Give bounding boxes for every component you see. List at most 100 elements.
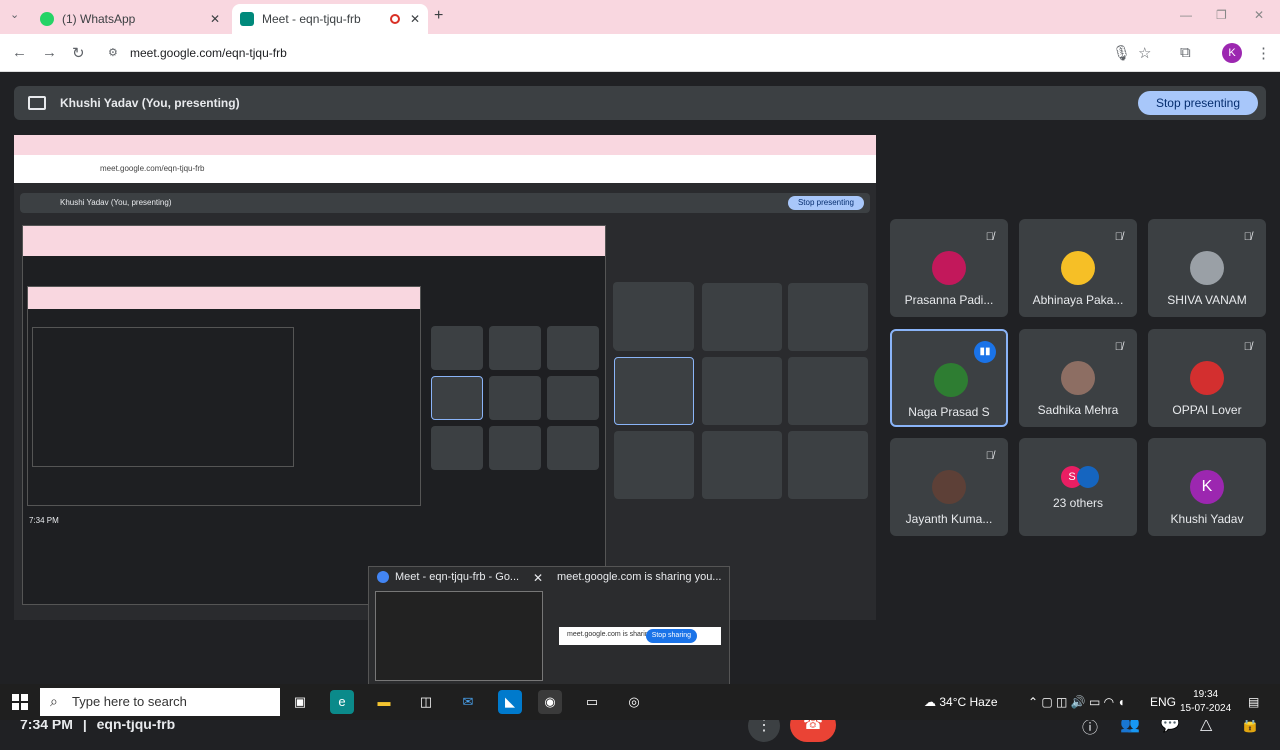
- avatar: [932, 470, 966, 504]
- avatar: [934, 363, 968, 397]
- muted-mic-icon: 🎙̸: [1243, 341, 1252, 353]
- url-text: meet.google.com/eqn-tjqu-frb: [130, 46, 287, 60]
- close-window-icon[interactable]: ✕: [1254, 8, 1264, 22]
- mail-icon[interactable]: ✉: [456, 690, 480, 714]
- mirror-chrome: [23, 226, 605, 256]
- mirror-tile: [788, 431, 868, 499]
- taskbar-clock[interactable]: 19:34 15-07-2024: [1180, 688, 1231, 716]
- edge-icon[interactable]: e: [330, 690, 354, 714]
- notification-icon[interactable]: ▤: [1248, 695, 1259, 709]
- mirrored-screen-level-2: 7:34 PM: [22, 225, 693, 605]
- mirrored-address-bar: meet.google.com/eqn-tjqu-frb: [14, 155, 876, 183]
- tab-meet[interactable]: Meet - eqn-tjqu-frb ✕: [232, 4, 428, 34]
- meet-icon: [240, 12, 254, 26]
- close-preview-icon[interactable]: ✕: [533, 571, 543, 585]
- mirror-tile: [547, 326, 599, 370]
- store-icon[interactable]: ◫: [414, 690, 438, 714]
- microphone-icon[interactable]: 🎙: [1112, 44, 1131, 62]
- participant-name: Jayanth Kuma...: [905, 512, 993, 526]
- close-tab-icon[interactable]: ✕: [210, 12, 220, 26]
- muted-mic-icon: 🎙̸: [1114, 231, 1123, 243]
- language-indicator[interactable]: ENG: [1150, 695, 1176, 709]
- participant-name: 23 others: [1052, 496, 1104, 510]
- tray-icons[interactable]: ⌃ ▢ ◫ 🔊 ▭ ◠ ◖: [1028, 695, 1125, 709]
- participant-tile[interactable]: K Khushi Yadav: [1148, 438, 1266, 536]
- tab-whatsapp[interactable]: (1) WhatsApp ✕: [32, 4, 228, 34]
- participant-tile[interactable]: 🎙̸ Abhinaya Paka...: [1019, 219, 1137, 317]
- participant-tile[interactable]: S 23 others: [1019, 438, 1137, 536]
- address-bar: ← → ↻ ⚙ meet.google.com/eqn-tjqu-frb 🎙 ☆…: [0, 34, 1280, 72]
- weather-text: 34°C Haze: [939, 695, 998, 709]
- muted-mic-icon: 🎙̸: [1114, 341, 1123, 353]
- task-view-icon[interactable]: ▣: [288, 690, 312, 714]
- muted-mic-icon: 🎙̸: [985, 231, 994, 243]
- whatsapp-icon: [40, 12, 54, 26]
- new-tab-button[interactable]: +: [434, 7, 443, 25]
- participant-name: OPPAI Lover: [1172, 403, 1242, 417]
- participant-tile[interactable]: 🎙̸ Sadhika Mehra: [1019, 329, 1137, 427]
- others-avatars: S: [1061, 466, 1101, 494]
- mirror-tile: [489, 426, 541, 470]
- back-icon[interactable]: ←: [12, 44, 27, 61]
- participant-name: Sadhika Mehra: [1037, 403, 1119, 417]
- tab-search-icon[interactable]: ⌄: [10, 8, 19, 21]
- mirror-tile: [614, 357, 694, 425]
- bookmark-star-icon[interactable]: ☆: [1138, 44, 1151, 62]
- speaking-indicator-icon: ▮▮: [974, 341, 996, 363]
- mirror-time-text: 7:34 PM: [29, 516, 59, 525]
- site-info-icon[interactable]: ⚙: [108, 46, 118, 59]
- participant-tile[interactable]: 🎙̸ SHIVA VANAM: [1148, 219, 1266, 317]
- mirror-tile: [788, 357, 868, 425]
- chrome-taskbar-icon[interactable]: ◉: [538, 690, 562, 714]
- browser-tab-bar: ⌄ (1) WhatsApp ✕ Meet - eqn-tjqu-frb ✕ +…: [0, 0, 1280, 34]
- tab-title: Meet - eqn-tjqu-frb: [262, 12, 361, 26]
- mirrored-presenting-title: Khushi Yadav (You, presenting): [60, 198, 172, 207]
- stop-presenting-button[interactable]: Stop presenting: [1137, 91, 1258, 115]
- preview-window-title: Meet - eqn-tjqu-frb - Go...: [395, 571, 520, 583]
- minimize-icon[interactable]: —: [1180, 8, 1192, 22]
- weather-widget[interactable]: ☁ 34°C Haze: [924, 695, 998, 709]
- mirror-chrome: [28, 287, 420, 309]
- participant-tile[interactable]: ▮▮ Naga Prasad S: [890, 329, 1008, 427]
- mirror-tile: [547, 376, 599, 420]
- stop-sharing-button[interactable]: Stop sharing: [645, 629, 697, 643]
- mirror-tile: [431, 326, 483, 370]
- search-icon: ⌕: [50, 693, 58, 709]
- chrome-icon: [377, 571, 389, 583]
- vscode-icon[interactable]: ◣: [498, 690, 522, 714]
- mirror-tile: [547, 426, 599, 470]
- url-field[interactable]: ⚙ meet.google.com/eqn-tjqu-frb: [104, 40, 1164, 66]
- mirror-tile: [702, 431, 782, 499]
- participant-tile[interactable]: 🎙̸ Prasanna Padi...: [890, 219, 1008, 317]
- file-explorer-icon[interactable]: ▬: [372, 690, 396, 714]
- present-screen-icon: [28, 96, 46, 110]
- tab-title: (1) WhatsApp: [62, 12, 136, 26]
- mirror-tile: [788, 283, 868, 351]
- mirrored-screen-level-3: [27, 286, 421, 506]
- participant-name: Prasanna Padi...: [904, 293, 994, 307]
- shared-screen-preview: meet.google.com/eqn-tjqu-frb Khushi Yada…: [14, 135, 876, 620]
- menu-icon[interactable]: ⋮: [1256, 44, 1271, 62]
- maximize-icon[interactable]: ❐: [1216, 8, 1227, 22]
- participant-tile[interactable]: 🎙̸ OPPAI Lover: [1148, 329, 1266, 427]
- participant-tile[interactable]: 🎙̸ Jayanth Kuma...: [890, 438, 1008, 536]
- windows-start-icon[interactable]: [12, 694, 28, 710]
- presenting-title: Khushi Yadav (You, presenting): [60, 96, 240, 110]
- mirrored-stop-button: Stop presenting: [787, 196, 864, 210]
- forward-icon[interactable]: →: [42, 44, 57, 61]
- taskbar-search-input[interactable]: ⌕ Type here to search: [40, 688, 280, 716]
- preview-thumbnail[interactable]: [375, 591, 543, 681]
- participant-name: Naga Prasad S: [908, 405, 990, 419]
- clock-date: 15-07-2024: [1180, 703, 1232, 714]
- obs-icon[interactable]: ◎: [622, 690, 646, 714]
- close-tab-icon[interactable]: ✕: [410, 12, 420, 26]
- participant-grid: 🎙̸ Prasanna Padi... 🎙̸ Abhinaya Paka... 🎙̸ SH…: [890, 219, 1270, 539]
- extensions-icon[interactable]: ⧉: [1180, 44, 1191, 61]
- recording-icon: [390, 14, 400, 24]
- profile-avatar[interactable]: K: [1222, 43, 1242, 63]
- mirrored-screen-level-4: [32, 327, 294, 467]
- reload-icon[interactable]: ↻: [72, 44, 85, 62]
- avatar: [1190, 361, 1224, 395]
- terminal-icon[interactable]: ▭: [580, 690, 604, 714]
- avatar: [1077, 466, 1099, 488]
